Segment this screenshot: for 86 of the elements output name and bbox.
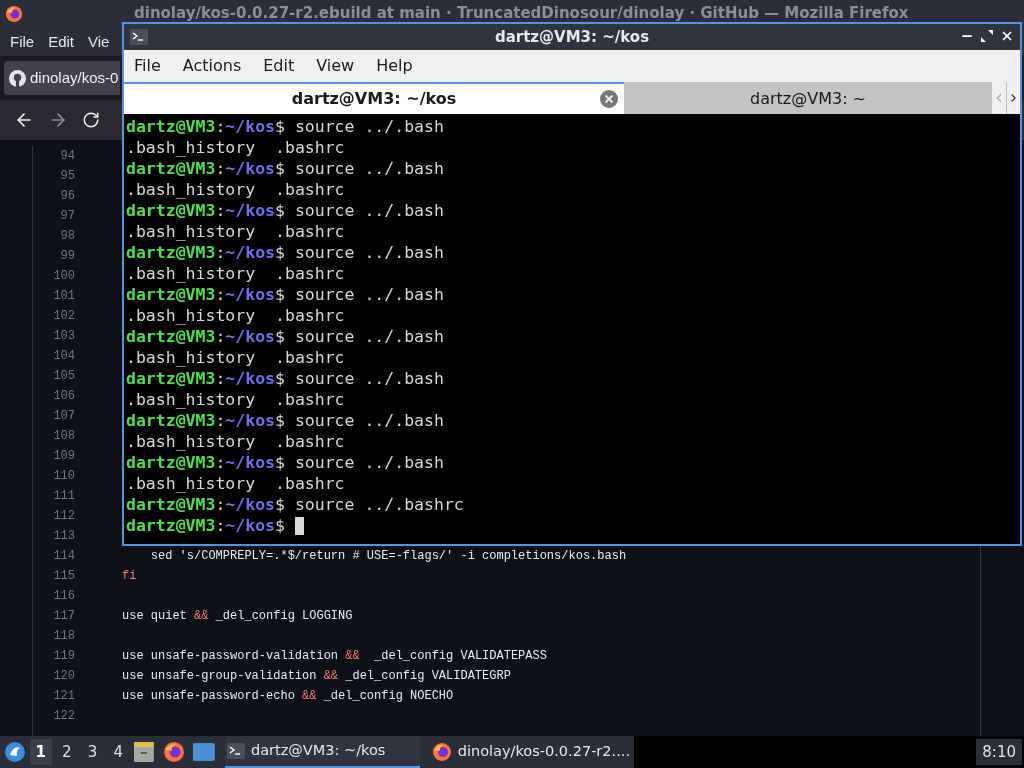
line-number: 102 bbox=[52, 308, 75, 325]
taskbar-task[interactable]: dinolay/kos-0.0.27-r2.... bbox=[429, 736, 634, 768]
menu-item[interactable]: Vie bbox=[88, 30, 110, 54]
line-number: 99 bbox=[59, 248, 75, 265]
terminal-line: .bash_history .bashrc bbox=[126, 222, 345, 241]
line-number: 116 bbox=[52, 588, 75, 605]
line-number: 106 bbox=[52, 388, 75, 405]
line-number: 95 bbox=[59, 168, 75, 185]
menu-item[interactable]: Actions bbox=[182, 54, 242, 78]
menu-item[interactable]: File bbox=[134, 54, 161, 78]
firefox-icon bbox=[163, 741, 186, 763]
terminal-line: dartz@VM3:~/kos$ source ../.bash bbox=[126, 200, 444, 221]
code-line: fi bbox=[122, 568, 137, 585]
line-number: 122 bbox=[52, 708, 75, 725]
line-number: 121 bbox=[52, 688, 75, 705]
code-line: use unsafe-password-echo && _del_config NOECHO bbox=[122, 688, 454, 705]
workspace-button[interactable]: 1 bbox=[29, 739, 52, 765]
terminal-line: .bash_history .bashrc bbox=[126, 474, 345, 493]
terminal-line: .bash_history .bashrc bbox=[126, 138, 345, 157]
terminal-icon bbox=[130, 29, 148, 45]
terminal-tab[interactable]: dartz@VM3: ~/kos bbox=[124, 82, 624, 114]
line-number: 112 bbox=[52, 508, 75, 525]
file-cabinet-icon[interactable] bbox=[133, 742, 156, 762]
menu-item[interactable]: Edit bbox=[263, 54, 295, 78]
close-icon[interactable] bbox=[1000, 29, 1014, 43]
terminal-line: dartz@VM3:~/kos$ source ../.bashrc bbox=[126, 494, 464, 515]
terminal-line: dartz@VM3:~/kos$ source ../.bash bbox=[126, 326, 444, 347]
line-number: 110 bbox=[52, 468, 75, 485]
browser-tab[interactable]: dinolay/kos-0 bbox=[4, 61, 120, 95]
menu-item[interactable]: File bbox=[10, 30, 35, 54]
line-number: 109 bbox=[52, 448, 75, 465]
line-number: 111 bbox=[52, 488, 75, 505]
terminal-line: .bash_history .bashrc bbox=[126, 264, 345, 283]
workspace-button[interactable]: 3 bbox=[81, 739, 104, 765]
line-number: 114 bbox=[52, 548, 75, 565]
line-number: 108 bbox=[52, 428, 75, 445]
terminal-line: dartz@VM3:~/kos$ source ../.bash bbox=[126, 158, 444, 179]
terminal-line: dartz@VM3:~/kos$ source ../.bash bbox=[126, 368, 444, 389]
browser-window-title: dinolay/kos-0.0.27-r2.ebuild at main · TruncatedDinosour/dinolay · GitHub — Mozilla Firefox bbox=[134, 4, 909, 22]
terminal-line: .bash_history .bashrc bbox=[126, 306, 345, 325]
taskbar-task[interactable]: dartz@VM3: ~/kos bbox=[225, 736, 420, 768]
code-line: use unsafe-group-validation && _del_config VALIDATEGRP bbox=[122, 668, 511, 685]
workspace-button[interactable]: 2 bbox=[55, 739, 78, 765]
line-number: 113 bbox=[52, 528, 75, 545]
terminal-line: .bash_history .bashrc bbox=[126, 390, 345, 409]
line-number: 119 bbox=[52, 648, 75, 665]
terminal-line: dartz@VM3:~/kos$ source ../.bash bbox=[126, 116, 444, 137]
terminal-line: dartz@VM3:~/kos$ source ../.bash bbox=[126, 410, 444, 431]
reload-icon[interactable] bbox=[82, 111, 100, 129]
terminal-line: dartz@VM3:~/kos$ source ../.bash bbox=[126, 242, 444, 263]
firefox-icon bbox=[5, 5, 23, 23]
line-number: 94 bbox=[59, 148, 75, 165]
terminal-icon bbox=[227, 743, 245, 759]
line-number: 104 bbox=[52, 348, 75, 365]
line-number: 100 bbox=[52, 268, 75, 285]
menu-item[interactable]: Edit bbox=[48, 30, 75, 54]
menu-item[interactable]: View bbox=[316, 54, 355, 78]
line-number: 115 bbox=[52, 568, 75, 585]
line-number: 120 bbox=[52, 668, 75, 685]
terminal-line: dartz@VM3:~/kos$ source ../.bash bbox=[126, 452, 444, 473]
line-number: 117 bbox=[52, 608, 75, 625]
code-line: use quiet && _del_config LOGGING bbox=[122, 608, 353, 625]
line-number: 118 bbox=[52, 628, 75, 645]
terminal-tab[interactable]: dartz@VM3: ~ bbox=[624, 82, 992, 114]
terminal-line: .bash_history .bashrc bbox=[126, 432, 345, 451]
terminal-window-title: dartz@VM3: ~/kos bbox=[494, 26, 650, 48]
firefox-icon bbox=[431, 742, 452, 762]
close-tab-icon[interactable] bbox=[600, 90, 618, 108]
code-line: sed 's/COMPREPLY=.*$/return # USE=-flags/' -i completions/kos.bash bbox=[149, 548, 627, 565]
terminal-line: .bash_history .bashrc bbox=[126, 180, 345, 199]
line-number: 107 bbox=[52, 408, 75, 425]
workspace-button[interactable]: 4 bbox=[107, 739, 130, 765]
terminal-line: dartz@VM3:~/kos$ bbox=[126, 515, 286, 536]
line-number: 96 bbox=[59, 188, 75, 205]
start-menu-icon[interactable] bbox=[4, 741, 26, 763]
line-number: 103 bbox=[52, 328, 75, 345]
menu-item[interactable]: Help bbox=[376, 54, 413, 78]
line-number: 98 bbox=[59, 228, 75, 245]
clock[interactable]: 8:10 bbox=[976, 739, 1022, 765]
code-line: use unsafe-password-validation && _del_config VALIDATEPASS bbox=[122, 648, 547, 665]
terminal-line: .bash_history .bashrc bbox=[126, 348, 345, 367]
line-number: 101 bbox=[52, 288, 75, 305]
line-number: 105 bbox=[52, 368, 75, 385]
terminal-line: dartz@VM3:~/kos$ source ../.bash bbox=[126, 284, 444, 305]
line-number: 97 bbox=[59, 208, 75, 225]
scroll-right-icon[interactable] bbox=[1006, 82, 1020, 114]
